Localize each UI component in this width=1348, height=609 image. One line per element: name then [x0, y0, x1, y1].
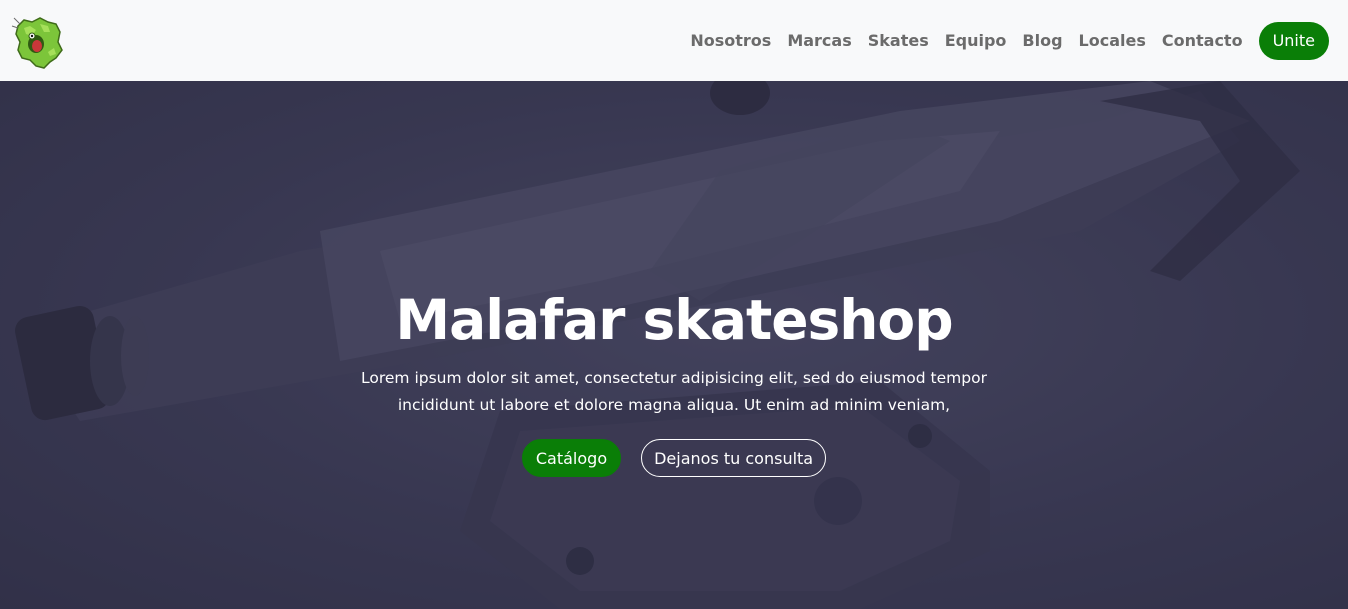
nav-link-blog[interactable]: Blog: [1022, 31, 1062, 50]
unite-button[interactable]: Unite: [1258, 21, 1329, 60]
main-nav: Nosotros Marcas Skates Equipo Blog Local…: [690, 21, 1329, 60]
catalogo-button[interactable]: Catálogo: [521, 439, 622, 477]
nav-link-equipo[interactable]: Equipo: [945, 31, 1007, 50]
navbar: Nosotros Marcas Skates Equipo Blog Local…: [0, 0, 1348, 81]
hero-buttons: Catálogo Dejanos tu consulta: [0, 439, 1348, 477]
nav-link-nosotros[interactable]: Nosotros: [690, 31, 771, 50]
nav-link-skates[interactable]: Skates: [868, 31, 929, 50]
hero-section: Malafar skateshop Lorem ipsum dolor sit …: [0, 81, 1348, 609]
nav-link-contacto[interactable]: Contacto: [1162, 31, 1243, 50]
nav-link-locales[interactable]: Locales: [1079, 31, 1146, 50]
nav-link-marcas[interactable]: Marcas: [787, 31, 851, 50]
hero-content: Malafar skateshop Lorem ipsum dolor sit …: [0, 281, 1348, 477]
dejanos-consulta-button[interactable]: Dejanos tu consulta: [641, 439, 827, 477]
brand-logo-icon[interactable]: [10, 12, 66, 70]
hero-description: Lorem ipsum dolor sit amet, consectetur …: [361, 369, 987, 414]
hero-title: Malafar skateshop: [395, 288, 953, 352]
